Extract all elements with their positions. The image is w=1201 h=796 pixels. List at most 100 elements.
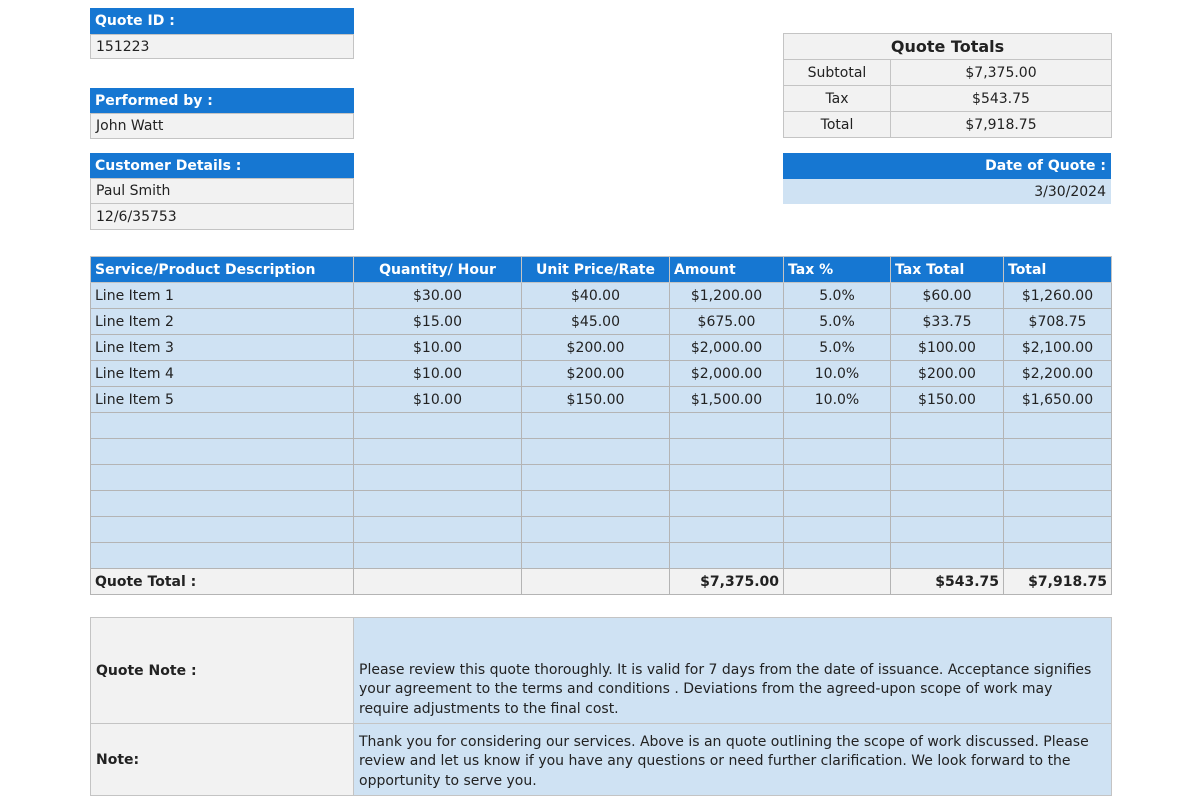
empty-cell[interactable]: [669, 490, 784, 517]
table-row: Line Item 5 $10.00 $150.00 $1,500.00 10.…: [90, 386, 1112, 413]
empty-cell[interactable]: [669, 542, 784, 569]
empty-cell[interactable]: [1003, 464, 1112, 491]
cell-quantity[interactable]: $10.00: [353, 334, 522, 361]
empty-cell[interactable]: [353, 490, 522, 517]
cell-tax-percent[interactable]: 5.0%: [783, 334, 891, 361]
empty-cell[interactable]: [521, 542, 670, 569]
cell-quantity[interactable]: $30.00: [353, 282, 522, 309]
empty-cell[interactable]: [90, 412, 354, 439]
empty-cell[interactable]: [521, 464, 670, 491]
cell-tax-total[interactable]: $60.00: [890, 282, 1004, 309]
cell-total[interactable]: $1,260.00: [1003, 282, 1112, 309]
empty-cell[interactable]: [890, 412, 1004, 439]
empty-cell[interactable]: [90, 516, 354, 543]
cell-unit-price[interactable]: $45.00: [521, 308, 670, 335]
customer-details-label: Customer Details :: [90, 153, 354, 178]
cell-tax-total[interactable]: $200.00: [890, 360, 1004, 387]
cell-unit-price[interactable]: $200.00: [521, 334, 670, 361]
col-header-quantity: Quantity/ Hour: [353, 256, 522, 283]
cell-amount[interactable]: $1,500.00: [669, 386, 784, 413]
cell-tax-percent[interactable]: 10.0%: [783, 386, 891, 413]
empty-row: [90, 412, 1112, 439]
cell-total[interactable]: $708.75: [1003, 308, 1112, 335]
cell-description[interactable]: Line Item 4: [90, 360, 354, 387]
cell-tax-percent[interactable]: 5.0%: [783, 308, 891, 335]
cell-tax-total[interactable]: $33.75: [890, 308, 1004, 335]
table-row: Line Item 3 $10.00 $200.00 $2,000.00 5.0…: [90, 334, 1112, 361]
empty-cell[interactable]: [353, 438, 522, 465]
empty-cell[interactable]: [783, 516, 891, 543]
col-header-amount: Amount: [669, 256, 784, 283]
empty-cell[interactable]: [1003, 542, 1112, 569]
customer-name[interactable]: Paul Smith: [90, 178, 354, 204]
cell-total[interactable]: $2,100.00: [1003, 334, 1112, 361]
empty-cell[interactable]: [783, 464, 891, 491]
cell-tax-total[interactable]: $100.00: [890, 334, 1004, 361]
empty-cell[interactable]: [890, 542, 1004, 569]
cell-description[interactable]: Line Item 3: [90, 334, 354, 361]
empty-cell[interactable]: [890, 438, 1004, 465]
empty-cell[interactable]: [521, 438, 670, 465]
cell-total[interactable]: $2,200.00: [1003, 360, 1112, 387]
total-label: Total: [783, 111, 891, 138]
cell-quantity[interactable]: $10.00: [353, 386, 522, 413]
empty-cell[interactable]: [353, 464, 522, 491]
cell-tax-percent[interactable]: 10.0%: [783, 360, 891, 387]
empty-cell[interactable]: [783, 412, 891, 439]
cell-quantity[interactable]: $15.00: [353, 308, 522, 335]
col-header-tax-total: Tax Total: [890, 256, 1004, 283]
empty-cell[interactable]: [90, 490, 354, 517]
cell-unit-price[interactable]: $150.00: [521, 386, 670, 413]
cell-unit-price[interactable]: $40.00: [521, 282, 670, 309]
cell-description[interactable]: Line Item 2: [90, 308, 354, 335]
empty-cell[interactable]: [90, 464, 354, 491]
empty-cell[interactable]: [783, 438, 891, 465]
empty-cell[interactable]: [353, 412, 522, 439]
empty-cell[interactable]: [1003, 490, 1112, 517]
cell-amount[interactable]: $1,200.00: [669, 282, 784, 309]
cell-amount[interactable]: $2,000.00: [669, 360, 784, 387]
empty-cell[interactable]: [890, 516, 1004, 543]
empty-cell[interactable]: [521, 490, 670, 517]
cell-description[interactable]: Line Item 1: [90, 282, 354, 309]
quote-total-amount: $7,375.00: [669, 568, 784, 595]
cell-quantity[interactable]: $10.00: [353, 360, 522, 387]
empty-cell[interactable]: [90, 542, 354, 569]
empty-row: [90, 490, 1112, 517]
empty-cell[interactable]: [669, 412, 784, 439]
quote-total-grand: $7,918.75: [1003, 568, 1112, 595]
quote-note-text[interactable]: Please review this quote thoroughly. It …: [353, 617, 1112, 724]
quote-total-label: Quote Total :: [90, 568, 354, 595]
empty-cell[interactable]: [1003, 438, 1112, 465]
tax-value: $543.75: [889, 85, 1113, 112]
cell-amount[interactable]: $675.00: [669, 308, 784, 335]
empty-row: [90, 542, 1112, 569]
empty-cell[interactable]: [669, 464, 784, 491]
cell-tax-total[interactable]: $150.00: [890, 386, 1004, 413]
note-label: Note:: [90, 723, 354, 796]
empty-cell[interactable]: [521, 516, 670, 543]
empty-cell[interactable]: [669, 438, 784, 465]
cell-total[interactable]: $1,650.00: [1003, 386, 1112, 413]
empty-cell[interactable]: [783, 542, 891, 569]
empty-cell[interactable]: [1003, 516, 1112, 543]
empty-cell[interactable]: [353, 542, 522, 569]
empty-cell[interactable]: [669, 516, 784, 543]
customer-detail[interactable]: 12/6/35753: [90, 203, 354, 230]
date-of-quote-value[interactable]: 3/30/2024: [783, 179, 1111, 204]
empty-cell[interactable]: [1003, 412, 1112, 439]
cell-tax-percent[interactable]: 5.0%: [783, 282, 891, 309]
empty-cell[interactable]: [783, 490, 891, 517]
cell-description[interactable]: Line Item 5: [90, 386, 354, 413]
quote-id-value[interactable]: 151223: [90, 34, 354, 59]
empty-cell[interactable]: [90, 438, 354, 465]
empty-cell[interactable]: [521, 412, 670, 439]
empty-cell[interactable]: [890, 464, 1004, 491]
cell-unit-price[interactable]: $200.00: [521, 360, 670, 387]
cell-amount[interactable]: $2,000.00: [669, 334, 784, 361]
empty-cell: [783, 568, 891, 595]
note-text[interactable]: Thank you for considering our services. …: [353, 723, 1112, 796]
performed-by-value[interactable]: John Watt: [90, 113, 354, 139]
empty-cell[interactable]: [890, 490, 1004, 517]
empty-cell[interactable]: [353, 516, 522, 543]
